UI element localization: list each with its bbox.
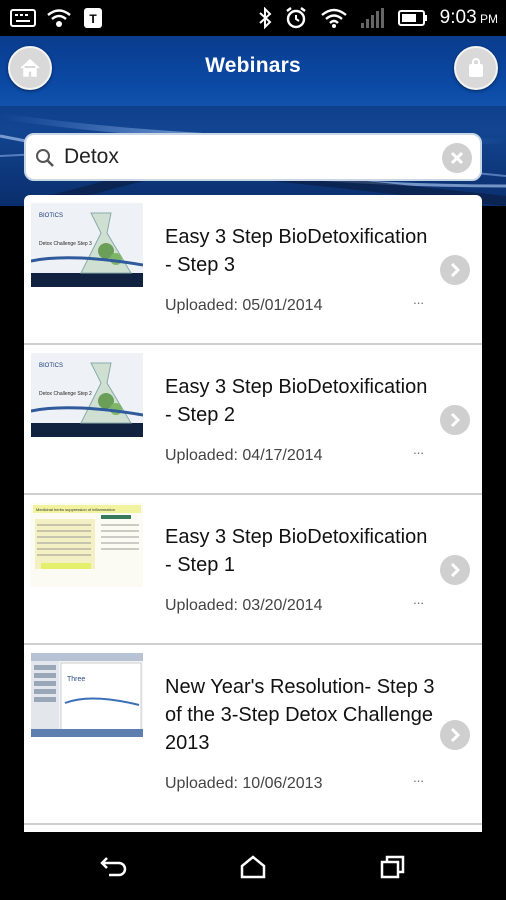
upload-date: Uploaded: 04/17/2014 [165, 447, 323, 464]
webinar-title: Easy 3 Step BioDetoxification - Step 1 [165, 526, 428, 576]
clear-icon [450, 151, 464, 165]
more-indicator: ... [413, 592, 424, 607]
chevron-right-icon [450, 412, 461, 428]
clear-search-button[interactable] [442, 143, 472, 173]
search-bar [24, 133, 482, 181]
recent-apps-button[interactable] [373, 850, 413, 884]
webinar-title: New Year's Resolution- Step 3 of the 3-S… [165, 676, 435, 754]
search-icon [36, 149, 54, 167]
webinar-thumbnail: BIOTICS Detox Challenge Step 3 [31, 203, 143, 287]
more-indicator: ... [413, 770, 424, 785]
shopping-bag-icon [469, 58, 483, 77]
chevron-right-icon [450, 727, 461, 743]
webinar-title: Easy 3 Step BioDetoxification - Step 2 [165, 376, 428, 426]
back-button[interactable] [94, 850, 134, 884]
webinar-thumbnail: Three [31, 653, 143, 737]
list-item[interactable]: BIOTICS Detox Challenge Step 3 Easy 3 St… [24, 195, 482, 345]
page-title: Webinars [205, 54, 301, 77]
open-webinar-button[interactable] [440, 720, 470, 750]
battery-icon [397, 10, 427, 26]
webinar-list: BIOTICS Detox Challenge Step 3 Easy 3 St… [24, 195, 482, 832]
upload-date: Uploaded: 10/06/2013 [165, 775, 323, 792]
webinar-thumbnail: Medicinal herbs suppression of inflammat… [31, 503, 143, 587]
thumbnail-caption: Detox Challenge Step 3 [39, 241, 92, 247]
status-bar: T 9:03 PM [0, 0, 506, 36]
nav-home-icon [240, 855, 266, 879]
system-icons: 9:03 PM [258, 6, 498, 30]
webinar-thumbnail: BIOTICS Detox Challenge Step 2 [31, 353, 143, 437]
upload-date: Uploaded: 05/01/2014 [165, 297, 323, 314]
upload-date: Uploaded: 03/20/2014 [165, 597, 323, 614]
carrier-icon: T [84, 8, 102, 28]
list-item[interactable]: BIOTICS Detox Challenge Step 2 Easy 3 St… [24, 345, 482, 495]
list-item[interactable]: Medicinal herbs suppression of inflammat… [24, 495, 482, 645]
svg-text:T: T [89, 12, 97, 26]
more-indicator: ... [413, 292, 424, 307]
open-webinar-button[interactable] [440, 555, 470, 585]
alarm-icon [285, 7, 306, 29]
nav-home-button[interactable] [233, 850, 273, 884]
signal-icon [360, 8, 384, 28]
clock-ampm: PM [480, 12, 498, 26]
chevron-right-icon [450, 262, 461, 278]
webinar-title: Easy 3 Step BioDetoxification - Step 3 [165, 226, 428, 276]
thumbnail-caption: Detox Challenge Step 2 [39, 391, 92, 397]
notification-icons: T [10, 6, 104, 30]
wifi-calling-icon [47, 9, 71, 27]
more-indicator: ... [413, 442, 424, 457]
thumbnail-brand: BIOTICS [39, 213, 63, 219]
wifi-icon [320, 8, 347, 28]
recent-apps-icon [380, 855, 405, 879]
keyboard-icon [10, 9, 36, 27]
thumbnail-brand: BIOTICS [39, 363, 63, 369]
back-icon [100, 857, 127, 877]
clock: 9:03 PM [440, 7, 498, 29]
navigation-bar [0, 832, 506, 900]
clock-time: 9:03 [439, 7, 477, 28]
thumbnail-heading: Three [67, 676, 85, 683]
search-input[interactable] [64, 141, 424, 173]
cart-button[interactable] [454, 46, 498, 90]
thumbnail-heading: Medicinal herbs suppression of inflammat… [36, 507, 115, 512]
open-webinar-button[interactable] [440, 255, 470, 285]
bluetooth-icon [259, 7, 272, 29]
chevron-right-icon [450, 562, 461, 578]
open-webinar-button[interactable] [440, 405, 470, 435]
list-item[interactable]: Three New Year's Resolution- Step 3 of t… [24, 645, 482, 825]
